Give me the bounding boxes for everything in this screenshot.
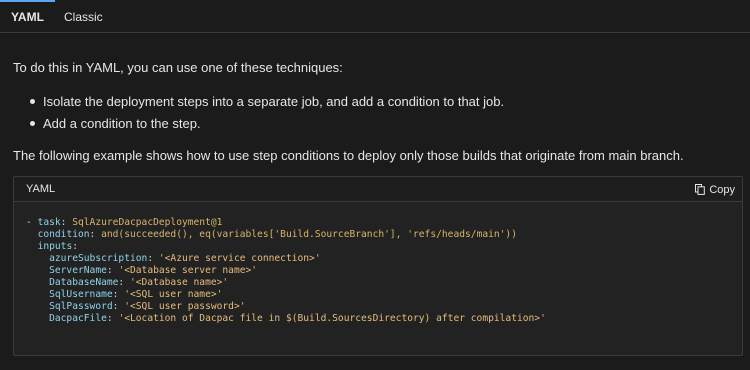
- code-line: SqlUsername: '<SQL user name>': [26, 289, 546, 301]
- code-punct: [26, 301, 49, 312]
- copy-button[interactable]: Copy: [695, 182, 735, 197]
- code-value: '<Location of Dacpac file in $(Build.Sou…: [118, 313, 546, 324]
- code-content[interactable]: - task: SqlAzureDacpacDeployment@1 condi…: [26, 217, 546, 325]
- code-line: azureSubscription: '<Azure service conne…: [26, 253, 546, 265]
- code-key: SqlPassword: [49, 301, 113, 312]
- code-line: inputs:: [26, 241, 546, 253]
- code-value: '<Database server name>': [118, 265, 258, 276]
- code-value: '<Database name>': [129, 277, 229, 288]
- code-punct: :: [112, 301, 125, 312]
- tab-bar: YAML Classic: [0, 0, 750, 33]
- list-item-text: Isolate the deployment steps into a sepa…: [43, 94, 505, 109]
- code-value: '<SQL user name>': [124, 289, 223, 300]
- code-punct: [26, 265, 49, 276]
- code-key: DacpacFile: [49, 313, 107, 324]
- copy-label: Copy: [709, 183, 735, 196]
- code-punct: [26, 253, 49, 264]
- bullet-icon: [30, 99, 35, 104]
- bullet-icon: [30, 121, 35, 126]
- code-punct: :: [106, 265, 119, 276]
- intro-text: To do this in YAML, you can use one of t…: [13, 60, 343, 75]
- code-key: ServerName: [49, 265, 107, 276]
- code-key: DatabaseName: [49, 277, 119, 288]
- copy-icon: [695, 184, 706, 195]
- code-value: and(succeeded(), eq(variables['Build.Sou…: [101, 229, 517, 240]
- tab-yaml[interactable]: YAML: [0, 0, 55, 32]
- code-line: DatabaseName: '<Database name>': [26, 277, 546, 289]
- list-item: Add a condition to the step.: [13, 115, 504, 137]
- example-description: The following example shows how to use s…: [13, 148, 684, 163]
- code-line: - task: SqlAzureDacpacDeployment@1: [26, 217, 546, 229]
- code-value: '<Azure service connection>': [158, 253, 321, 264]
- code-language-label: YAML: [26, 183, 56, 195]
- code-key: condition: [37, 229, 90, 240]
- code-line: DacpacFile: '<Location of Dacpac file in…: [26, 313, 546, 325]
- code-punct: :: [118, 277, 130, 288]
- list-item: Isolate the deployment steps into a sepa…: [13, 93, 504, 115]
- code-punct: :: [147, 253, 159, 264]
- code-punct: [26, 241, 38, 252]
- code-punct: [26, 277, 49, 288]
- code-punct: :: [60, 217, 73, 228]
- code-punct: [26, 313, 49, 324]
- code-line: condition: and(succeeded(), eq(variables…: [26, 229, 546, 241]
- code-value: '<SQL user password>': [124, 301, 246, 312]
- code-line: ServerName: '<Database server name>': [26, 265, 546, 277]
- code-key: azureSubscription: [49, 253, 148, 264]
- code-punct: -: [26, 217, 38, 228]
- code-key: SqlUsername: [49, 289, 113, 300]
- code-punct: :: [106, 313, 119, 324]
- code-header: YAML Copy: [14, 177, 742, 202]
- code-punct: [26, 289, 49, 300]
- code-key: task: [37, 217, 61, 228]
- code-punct: :: [89, 229, 102, 240]
- code-punct: [26, 229, 38, 240]
- tab-classic[interactable]: Classic: [54, 0, 113, 32]
- code-punct: :: [72, 241, 78, 252]
- code-value: SqlAzureDacpacDeployment@1: [72, 217, 223, 228]
- technique-list: Isolate the deployment steps into a sepa…: [13, 93, 504, 137]
- code-punct: :: [112, 289, 125, 300]
- docs-page: YAML Classic To do this in YAML, you can…: [0, 0, 750, 370]
- code-line: SqlPassword: '<SQL user password>': [26, 301, 546, 313]
- code-block: YAML Copy - task: SqlAzureDacpacDeployme…: [13, 176, 743, 356]
- list-item-text: Add a condition to the step.: [43, 116, 201, 131]
- code-key: inputs: [37, 241, 73, 252]
